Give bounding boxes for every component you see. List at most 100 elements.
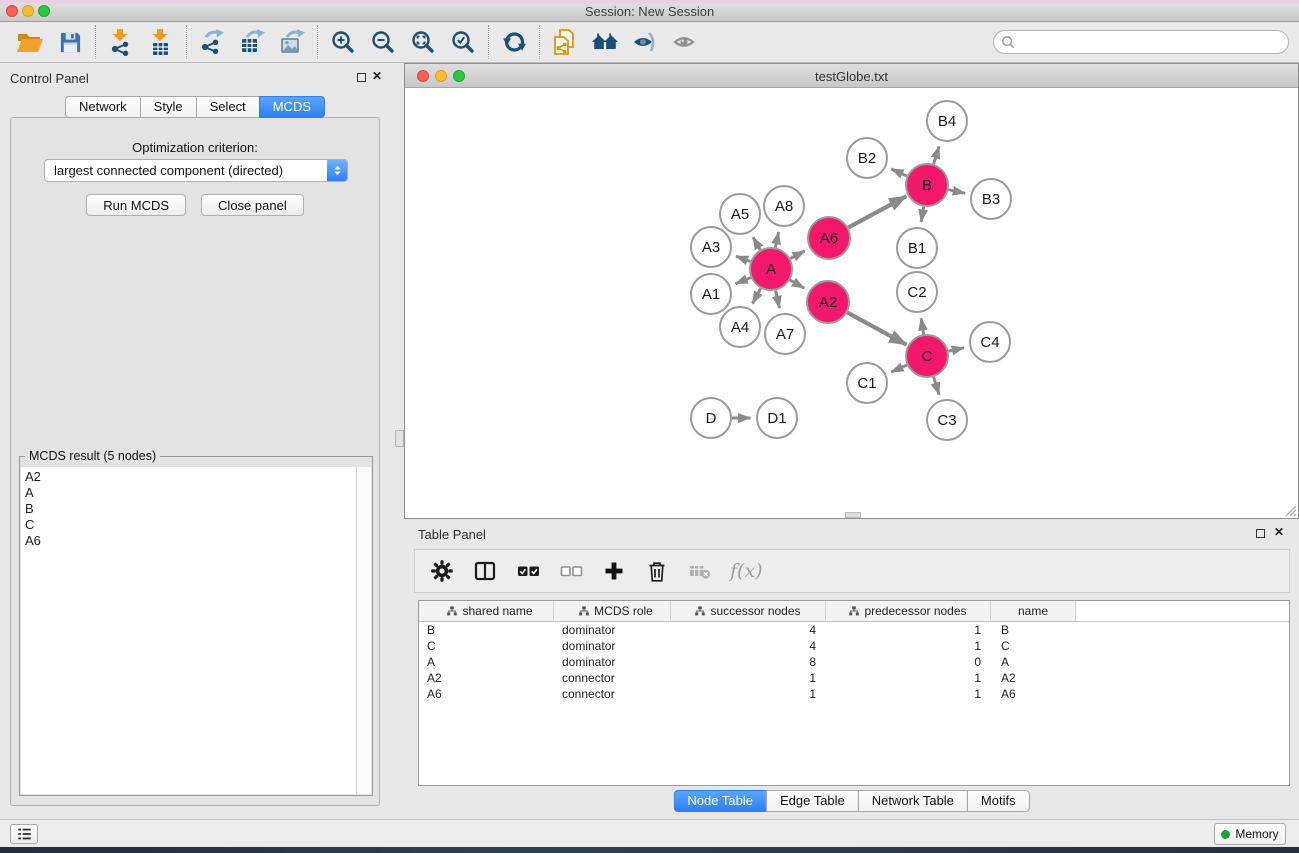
graph-edge-A-A5[interactable] [753, 237, 760, 250]
graph-edge-A2-C[interactable] [847, 313, 906, 345]
graph-node-B2[interactable]: B2 [847, 138, 887, 178]
graph-edge-A-A3[interactable] [736, 256, 750, 261]
tab-style[interactable]: Style [140, 96, 197, 118]
node-table-row[interactable]: Bdominator41B [419, 622, 1289, 638]
graph-node-C3[interactable]: C3 [927, 400, 967, 440]
graph-node-A[interactable]: A [750, 248, 792, 290]
mcds-result-item[interactable]: C [21, 517, 356, 533]
graph-node-A3[interactable]: A3 [691, 227, 731, 267]
export-network-button[interactable] [192, 25, 232, 59]
graph-edge-C-C3[interactable] [934, 377, 940, 395]
zoom-in-button[interactable] [323, 25, 363, 59]
graph-node-A2[interactable]: A2 [807, 281, 849, 323]
canvas-hscroll-thumb[interactable] [845, 512, 861, 518]
graph-edge-A-A4[interactable] [753, 288, 761, 303]
select-all-button[interactable] [515, 557, 541, 585]
delete-row-button[interactable] [644, 557, 670, 585]
tab-motifs[interactable]: Motifs [967, 790, 1030, 812]
tab-mcds[interactable]: MCDS [259, 96, 325, 118]
select-stepper[interactable] [327, 160, 347, 181]
close-table-panel-icon[interactable]: ✕ [1274, 525, 1284, 539]
column-header-successor-nodes[interactable]: successor nodes [671, 601, 826, 621]
import-table-button[interactable] [141, 25, 181, 59]
graph-edge-A-A7[interactable] [776, 291, 780, 309]
graph-node-A7[interactable]: A7 [765, 314, 805, 354]
search-input[interactable] [993, 30, 1289, 54]
graph-node-B4[interactable]: B4 [927, 101, 967, 141]
graph-edge-A-A2[interactable] [790, 280, 804, 288]
column-header-mcds-role[interactable]: MCDS role [554, 601, 671, 621]
network-file-button[interactable] [545, 25, 585, 59]
graph-node-A1[interactable]: A1 [691, 274, 731, 314]
add-row-button[interactable] [601, 557, 627, 585]
graph-edge-B-B3[interactable] [949, 190, 966, 194]
home-view-button[interactable] [585, 25, 625, 59]
column-header-predecessor-nodes[interactable]: predecessor nodes [826, 601, 991, 621]
export-table-button[interactable] [232, 25, 272, 59]
refresh-layout-button[interactable] [494, 25, 534, 59]
tab-node-table[interactable]: Node Table [673, 790, 767, 812]
float-table-panel-icon[interactable] [1256, 529, 1265, 538]
node-table-row[interactable]: A6connector11A6 [419, 686, 1289, 702]
tab-network-table[interactable]: Network Table [858, 790, 968, 812]
graph-edge-B-B1[interactable] [921, 207, 923, 222]
graph-node-C1[interactable]: C1 [847, 363, 887, 403]
tab-select[interactable]: Select [196, 96, 260, 118]
run-mcds-button[interactable]: Run MCDS [86, 194, 186, 216]
node-table-row[interactable]: Adominator80A [419, 654, 1289, 670]
hide-panels-button[interactable] [625, 25, 665, 59]
graph-node-B1[interactable]: B1 [897, 228, 937, 268]
splitter-handle[interactable] [395, 430, 404, 447]
graph-node-D1[interactable]: D1 [757, 398, 797, 438]
graph-edge-B-B2[interactable] [891, 169, 907, 176]
mcds-result-item[interactable]: B [21, 501, 356, 517]
node-table-row[interactable]: A2connector11A2 [419, 670, 1289, 686]
graph-node-C2[interactable]: C2 [897, 272, 937, 312]
show-panels-button[interactable] [665, 25, 705, 59]
column-header-shared-name[interactable]: shared name [419, 601, 554, 621]
graph-node-C4[interactable]: C4 [970, 322, 1010, 362]
tab-edge-table[interactable]: Edge Table [766, 790, 859, 812]
zoom-out-button[interactable] [363, 25, 403, 59]
deselect-all-button[interactable] [558, 557, 584, 585]
graph-node-C[interactable]: C [906, 335, 948, 377]
close-panel-button[interactable]: Close panel [201, 194, 304, 216]
graph-edge-A-A6[interactable] [790, 251, 804, 259]
close-panel-icon[interactable]: ✕ [372, 69, 382, 83]
show-columns-button[interactable] [472, 557, 498, 585]
zoom-fit-button[interactable] [403, 25, 443, 59]
graph-node-A4[interactable]: A4 [720, 307, 760, 347]
save-session-button[interactable] [50, 25, 90, 59]
graph-node-B[interactable]: B [906, 164, 948, 206]
zoom-selected-button[interactable] [443, 25, 483, 59]
memory-button[interactable]: Memory [1214, 823, 1286, 845]
node-table-row[interactable]: Cdominator41C [419, 638, 1289, 654]
mcds-list-scrollbar[interactable] [357, 467, 371, 794]
table-options-button[interactable] [429, 557, 455, 585]
graph-edge-B-B4[interactable] [934, 146, 940, 164]
graph-node-A5[interactable]: A5 [720, 194, 760, 234]
mcds-result-item[interactable]: A6 [21, 533, 356, 549]
criterion-select[interactable]: largest connected component (directed) [44, 159, 348, 182]
export-image-button[interactable] [272, 25, 312, 59]
graph-node-A8[interactable]: A8 [764, 186, 804, 226]
graph-edge-C-C4[interactable] [949, 348, 965, 352]
graph-edge-C-C1[interactable] [891, 365, 907, 372]
column-header-name[interactable]: name [991, 601, 1076, 621]
tab-network[interactable]: Network [65, 96, 141, 118]
resize-grip[interactable] [1283, 503, 1297, 517]
graph-node-A6[interactable]: A6 [808, 217, 850, 259]
mcds-result-item[interactable]: A [21, 485, 356, 501]
network-canvas[interactable]: B4 B2 B B3 A5A8A6 A3 A B1 A1 C2 A2 A4A7 C C4 C1 C3 D D1 [405, 88, 1298, 518]
open-session-button[interactable] [10, 25, 50, 59]
graph-node-B3[interactable]: B3 [971, 179, 1011, 219]
float-panel-icon[interactable] [357, 73, 366, 82]
graph-edge-A-A8[interactable] [775, 232, 778, 248]
graph-edge-C-C2[interactable] [921, 318, 924, 334]
graph-node-D[interactable]: D [691, 398, 731, 438]
task-history-button[interactable] [10, 824, 38, 844]
import-network-button[interactable] [101, 25, 141, 59]
mcds-result-item[interactable]: A2 [21, 469, 356, 485]
graph-edge-A6-B[interactable] [848, 196, 906, 227]
graph-edge-A-A1[interactable] [736, 278, 751, 284]
